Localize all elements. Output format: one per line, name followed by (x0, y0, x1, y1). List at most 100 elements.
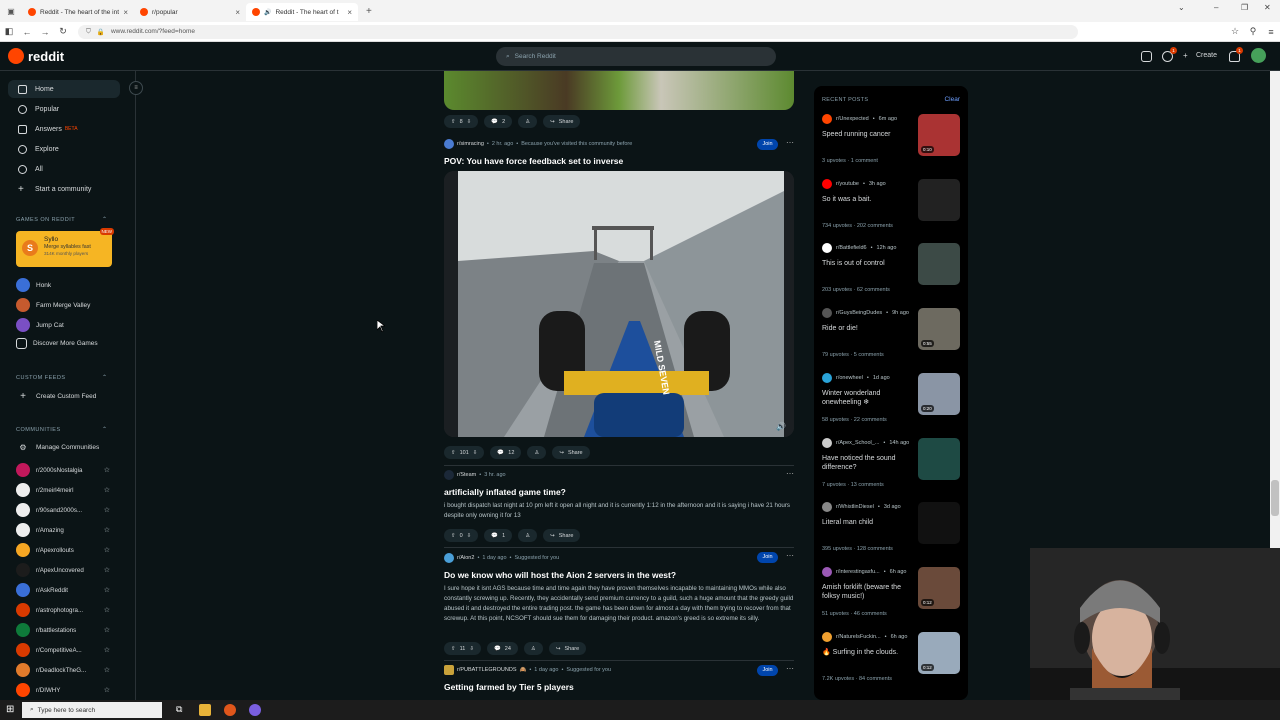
post-image-horses[interactable] (444, 71, 794, 110)
recent-post-item[interactable]: r/NaturelsFuckin... • 6h ago 🔥 Surfing in t… (822, 631, 962, 696)
recent-subreddit[interactable]: r/WhistlinDiesel (836, 504, 874, 510)
recent-post-item[interactable]: r/interestingasfu... • 6h ago Amish forklif… (822, 566, 962, 631)
recent-post-item[interactable]: r/youtube • 3h ago So it was a bait. 734 upv… (822, 178, 962, 243)
recent-title[interactable]: So it was a bait. (822, 195, 914, 204)
browser-tab-2[interactable]: r/popular × (134, 3, 246, 21)
create-button[interactable]: Create (1196, 52, 1217, 59)
upvote-icon[interactable]: ⇧ (451, 119, 456, 125)
recent-subreddit[interactable]: r/Unexpected (836, 116, 869, 122)
downvote-icon[interactable]: ⇩ (467, 119, 472, 125)
subreddit-link[interactable]: r/simracing (457, 141, 484, 147)
favorite-star-icon[interactable]: ☆ (104, 566, 110, 574)
sidebar-item-home[interactable]: Home (8, 80, 120, 98)
subreddit-avatar[interactable] (444, 553, 454, 563)
recent-thumbnail[interactable]: 0:55 (918, 308, 960, 351)
collapse-sidebar-button[interactable]: ≡ (129, 81, 143, 95)
reload-icon[interactable]: ↻ (54, 26, 72, 37)
recent-thumbnail[interactable] (918, 178, 960, 221)
sidebar-item-answers[interactable]: Answers BETA (8, 120, 120, 138)
discover-more-games[interactable]: Discover More Games (16, 338, 98, 349)
chevron-up-icon[interactable]: ⌃ (102, 216, 107, 223)
subreddit-link[interactable]: r/Aion2 (457, 555, 474, 561)
recent-thumbnail[interactable]: 0:12 (918, 566, 960, 609)
award-button[interactable]: ♙ (518, 529, 538, 542)
recent-thumbnail[interactable]: 0:12 (918, 631, 960, 674)
community-item[interactable]: r/Apexrollouts ☆ (16, 543, 110, 557)
favorite-star-icon[interactable]: ☆ (104, 586, 110, 594)
join-button[interactable]: Join (757, 552, 778, 563)
extensions-icon[interactable]: ⚲ (1244, 26, 1262, 37)
community-item[interactable]: r/90sand2000s... ☆ (16, 503, 110, 517)
post-title[interactable]: POV: You have force feedback set to inve… (444, 156, 623, 166)
favorite-star-icon[interactable]: ☆ (104, 686, 110, 694)
close-tab-icon[interactable]: × (123, 8, 128, 17)
community-item[interactable]: r/DIWHY ☆ (16, 683, 110, 697)
share-button[interactable]: ↪ Share (548, 642, 587, 655)
community-item[interactable]: r/2meirl4meirl ☆ (16, 483, 110, 497)
join-button[interactable]: Join (757, 665, 778, 676)
communities-header[interactable]: COMMUNITIES (16, 427, 61, 433)
community-item[interactable]: r/CompetitiveA... ☆ (16, 643, 110, 657)
favorite-star-icon[interactable]: ☆ (104, 486, 110, 494)
recent-post-item[interactable]: r/GuysBeingDudes • 9h ago Ride or die! 79 up… (822, 308, 962, 372)
join-button[interactable]: Join (757, 139, 778, 150)
recent-title[interactable]: Ride or die! (822, 324, 914, 333)
community-item[interactable]: r/ApexUncovered ☆ (16, 563, 110, 577)
game-item-jump-cat[interactable]: Jump Cat (16, 318, 64, 332)
tab-dropdown-icon[interactable]: ⌄ (1178, 3, 1185, 12)
recent-subreddit[interactable]: r/onewheel (836, 375, 863, 381)
recent-subreddit[interactable]: r/GuysBeingDudes (836, 310, 882, 316)
chevron-up-icon[interactable]: ⌃ (102, 374, 107, 381)
recent-title[interactable]: 🔥 Surfing in the clouds. (822, 648, 914, 657)
sidebar-item-start-community[interactable]: + Start a community (8, 180, 120, 198)
vote-control[interactable]: ⇧ 101 ⇩ (444, 446, 485, 459)
forward-icon[interactable]: → (36, 27, 54, 37)
recent-post-item[interactable]: r/Apex_School_... • 14h ago Have noticed th… (822, 437, 962, 502)
community-item[interactable]: r/AskReddit ☆ (16, 583, 110, 597)
favorite-star-icon[interactable]: ☆ (104, 606, 110, 614)
recent-title[interactable]: Have noticed the sound difference? (822, 454, 914, 472)
favorite-star-icon[interactable]: ☆ (104, 506, 110, 514)
upvote-icon[interactable]: ⇧ (451, 533, 456, 539)
close-tab-icon[interactable]: × (235, 8, 240, 17)
game-item-farm-merge[interactable]: Farm Merge Valley (16, 298, 90, 312)
favorite-star-icon[interactable]: ☆ (104, 666, 110, 674)
back-icon[interactable]: ← (18, 27, 36, 37)
favorite-star-icon[interactable]: ☆ (104, 646, 110, 654)
minimize-icon[interactable]: – (1214, 3, 1218, 12)
post-title[interactable]: artificially inflated game time? (444, 487, 566, 497)
subreddit-link[interactable]: r/PUBATTLEGROUNDS (457, 667, 517, 673)
recent-subreddit[interactable]: r/Apex_School_... (836, 440, 879, 446)
new-tab-button[interactable]: + (366, 6, 372, 17)
volume-icon[interactable]: 🔊 (776, 422, 786, 431)
menu-icon[interactable]: ≡ (1262, 27, 1280, 37)
bookmark-star-icon[interactable]: ☆ (1226, 26, 1244, 37)
chevron-up-icon[interactable]: ⌃ (102, 426, 107, 433)
favorite-star-icon[interactable]: ☆ (104, 546, 110, 554)
sidebar-item-popular[interactable]: Popular (8, 100, 120, 118)
more-options-icon[interactable]: ⋯ (786, 664, 794, 673)
url-field[interactable]: ⛉ 🔒 www.reddit.com/?feed=home (78, 24, 1078, 39)
app-icon[interactable] (249, 704, 261, 716)
game-item-honk[interactable]: Honk (16, 278, 51, 292)
vote-control[interactable]: ⇧ 0 ⇩ (444, 529, 479, 542)
page-scrollbar-thumb[interactable] (1271, 480, 1279, 516)
community-item[interactable]: r/astrophotogra... ☆ (16, 603, 110, 617)
ads-icon[interactable] (1141, 51, 1152, 62)
comments-button[interactable]: 💬 24 (486, 642, 518, 655)
share-button[interactable]: ↪ Share (543, 115, 581, 128)
subreddit-avatar[interactable] (444, 470, 454, 480)
post-body[interactable]: I sure hope it isnt AGS because time and… (444, 584, 796, 624)
favorite-star-icon[interactable]: ☆ (104, 526, 110, 534)
sidebar-item-all[interactable]: All (8, 160, 120, 178)
community-item[interactable]: r/DeadlockTheG... ☆ (16, 663, 110, 677)
create-custom-feed[interactable]: + Create Custom Feed (16, 391, 96, 402)
recent-post-item[interactable]: r/WhistlinDiesel • 3d ago Literal man child… (822, 502, 962, 566)
comments-button[interactable]: 💬 1 (484, 529, 513, 542)
post-video[interactable]: MILD SEVEN 🔊 (444, 171, 794, 437)
subreddit-avatar[interactable] (444, 665, 454, 675)
favorite-star-icon[interactable]: ☆ (104, 466, 110, 474)
post-body[interactable]: i bought dispatch last night at 10 pm le… (444, 501, 796, 521)
sidebar-item-explore[interactable]: Explore (8, 140, 120, 158)
community-item[interactable]: r/Amazing ☆ (16, 523, 110, 537)
